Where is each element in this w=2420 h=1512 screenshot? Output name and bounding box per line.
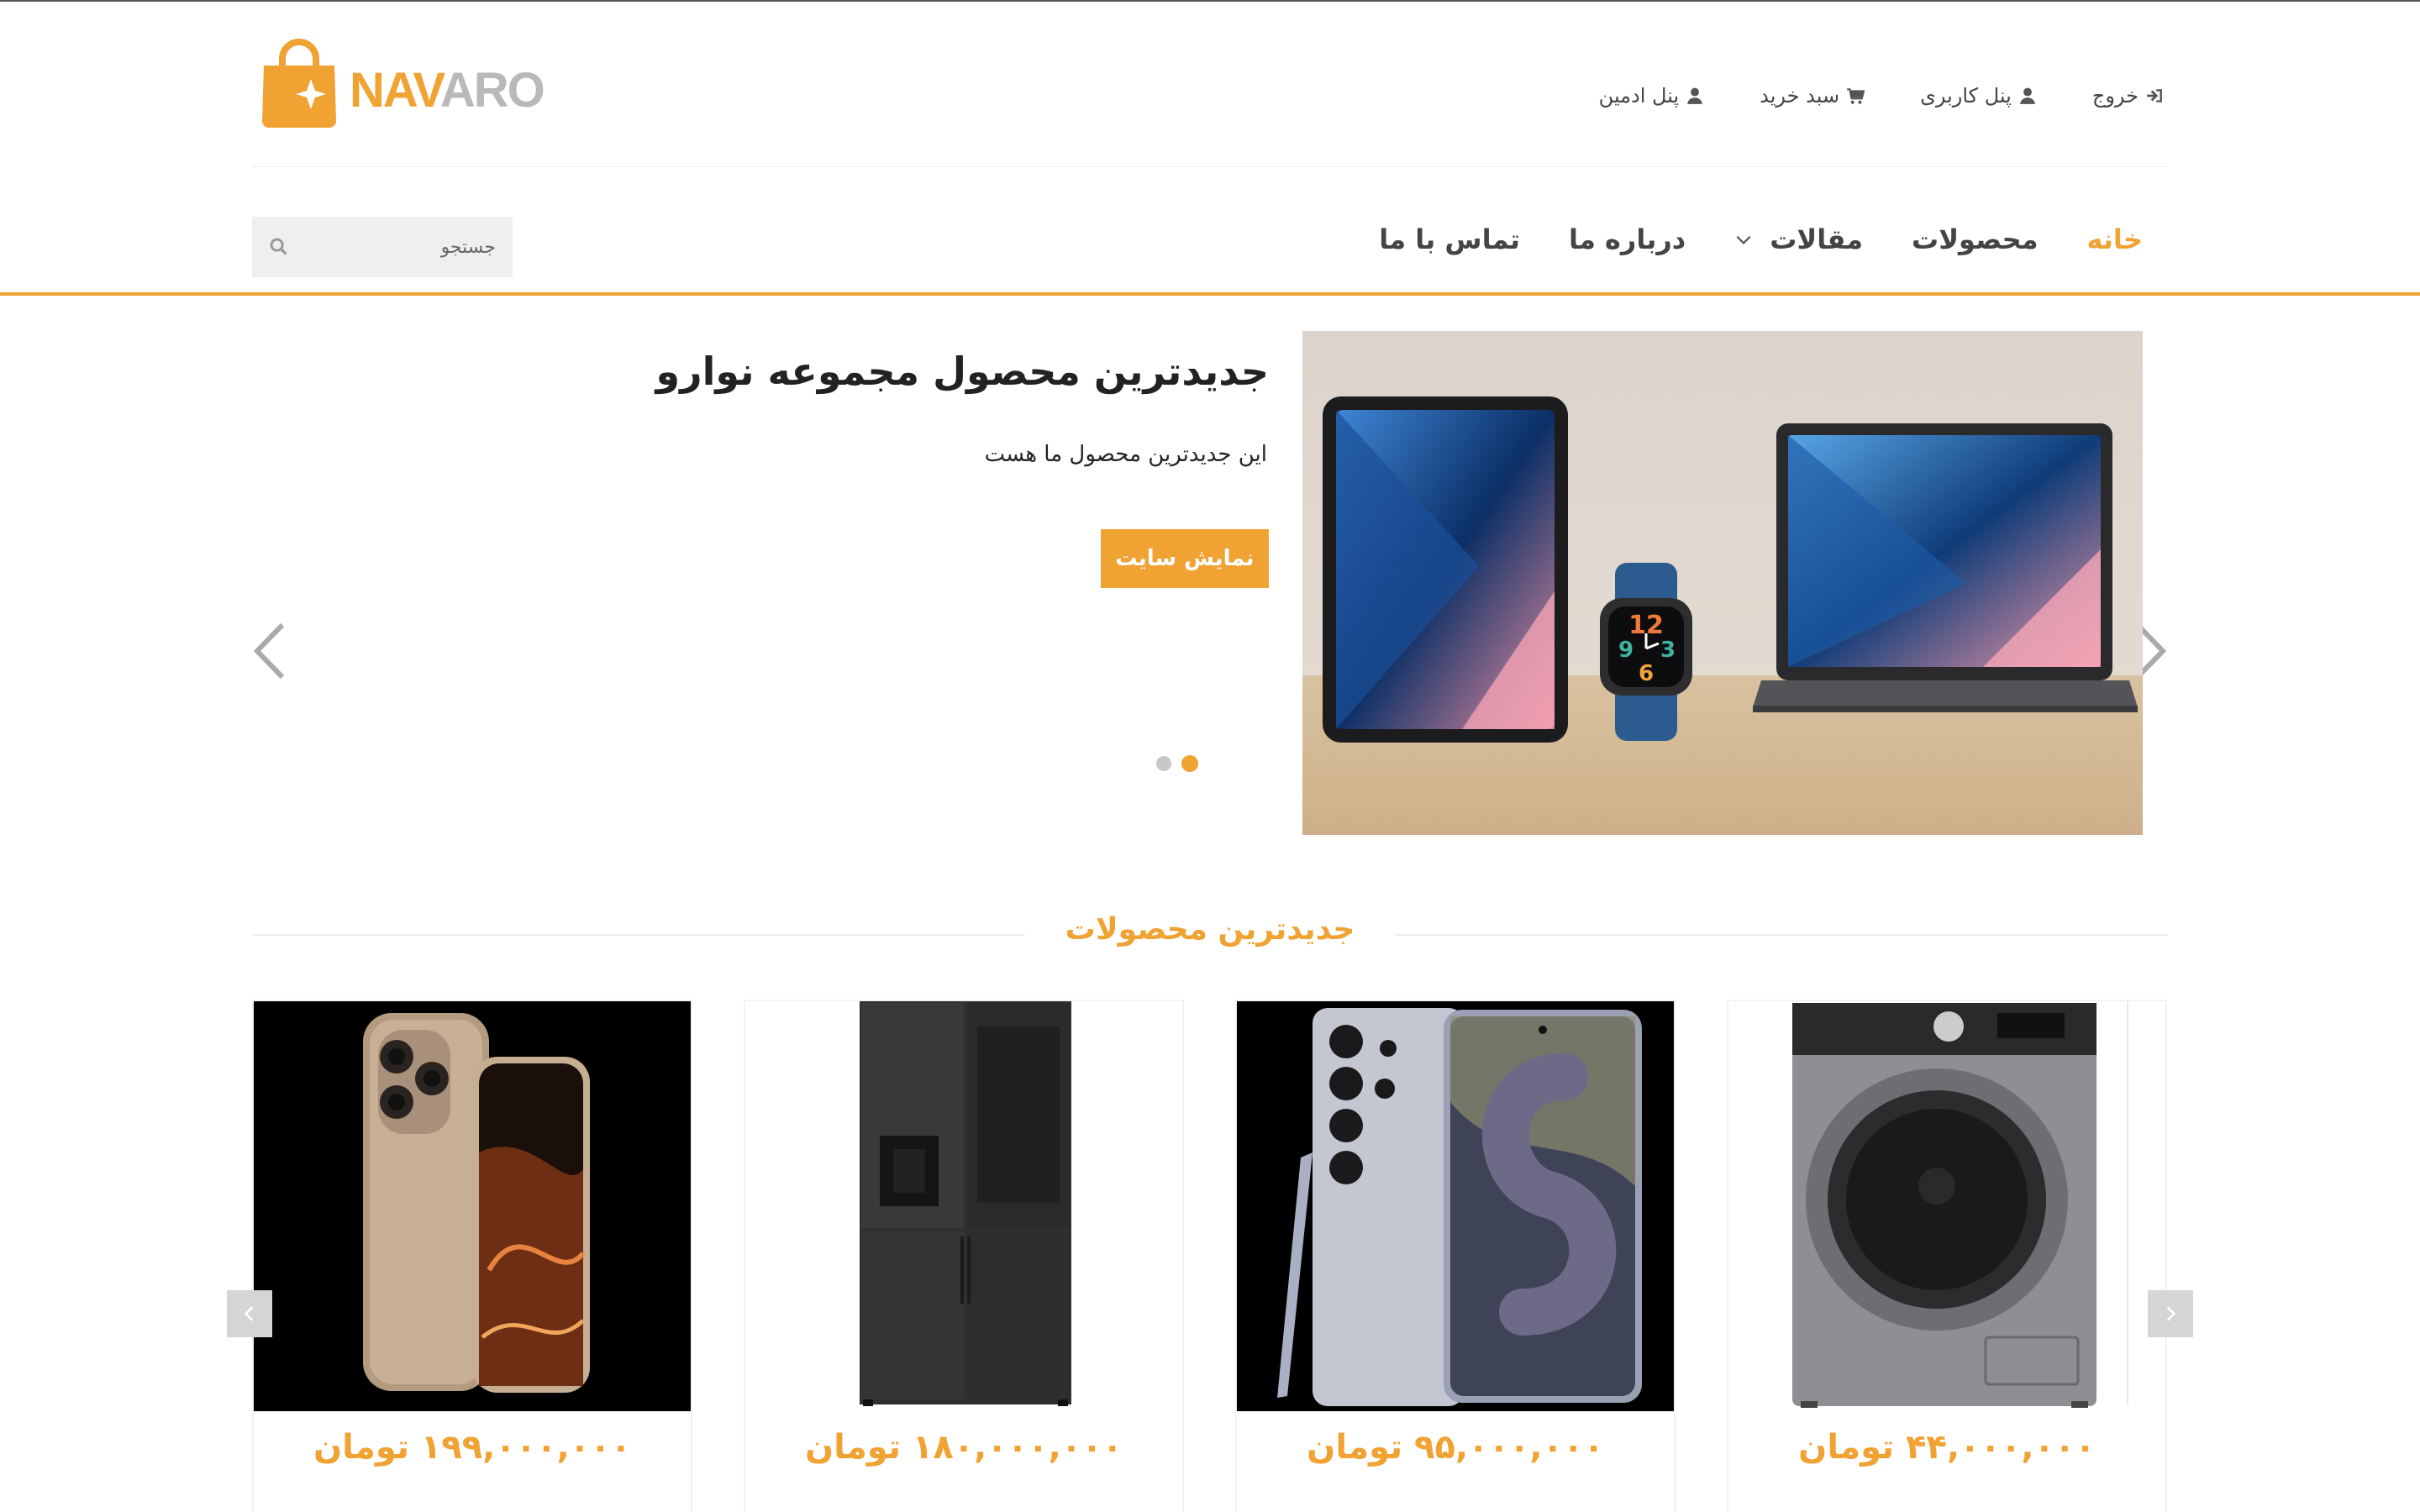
- user-icon: [1687, 87, 1702, 104]
- divider-line: [1395, 934, 2168, 936]
- nav-item-contact[interactable]: تماس با ما: [1379, 223, 1520, 255]
- search-icon[interactable]: [269, 237, 289, 257]
- search-box: [252, 217, 513, 277]
- svg-text:3: 3: [1660, 638, 1676, 663]
- top-border: [0, 0, 2420, 2]
- main-nav: خانه محصولات مقالات درباره ما تماس با ما: [1379, 223, 2143, 255]
- nav-item-articles[interactable]: مقالات: [1734, 223, 1863, 255]
- cart-link[interactable]: سبد خرید: [1760, 84, 1865, 108]
- user-icon: [2020, 87, 2035, 104]
- header-divider: [252, 166, 2168, 167]
- sign-out-icon: [2147, 89, 2162, 102]
- search-input[interactable]: [311, 236, 496, 258]
- hero-subtitle: این جدیدترین محصول ما هست: [984, 442, 1267, 467]
- divider-line: [252, 934, 1025, 936]
- hero-title: جدیدترین محصول مجموعه نوارو: [655, 349, 1269, 394]
- nav-item-products[interactable]: محصولات: [1912, 223, 2038, 255]
- product-image-refrigerator: [745, 1001, 1182, 1411]
- logout-label: خروج: [2091, 84, 2139, 108]
- svg-text:6: 6: [1639, 661, 1654, 686]
- user-panel-link[interactable]: پنل کاربری: [1920, 84, 2037, 108]
- chevron-right-icon: [2166, 1306, 2176, 1321]
- product-price: ۴۴,۰۰۰,۰۰۰ تومان: [1798, 1428, 2096, 1467]
- section-title: جدیدترین محصولات: [1065, 912, 1355, 947]
- chevron-left-icon: [244, 1306, 254, 1321]
- product-image-washing-machine: [1728, 1001, 2165, 1411]
- nav-underline: [0, 292, 2420, 296]
- nav-item-about[interactable]: درباره ما: [1569, 223, 1686, 255]
- chevron-down-icon: [1736, 235, 1751, 244]
- product-card-iphone[interactable]: ۱۹۹,۰۰۰,۰۰۰ تومان: [252, 1000, 692, 1512]
- product-card-washing-machine[interactable]: ۴۴,۰۰۰,۰۰۰ تومان: [1727, 1000, 2167, 1512]
- hero-prev-arrow[interactable]: [249, 622, 291, 680]
- admin-panel-link[interactable]: پنل ادمین: [1599, 84, 1704, 108]
- svg-text:9: 9: [1618, 638, 1634, 663]
- product-price: ۱۸۰,۰۰۰,۰۰۰ تومان: [804, 1428, 1123, 1467]
- cart-label: سبد خرید: [1760, 84, 1840, 108]
- product-price: ۱۹۹,۰۰۰,۰۰۰ تومان: [313, 1428, 632, 1467]
- cart-icon: [1847, 88, 1865, 104]
- product-image-galaxy: [1237, 1001, 1674, 1411]
- chevron-left-icon: [253, 622, 285, 680]
- hero-dot-2[interactable]: [1156, 756, 1171, 771]
- products-prev-arrow[interactable]: [227, 1290, 272, 1337]
- shopping-bag-logo-icon: [262, 39, 336, 128]
- hero-pagination: [1156, 755, 1198, 772]
- nav-item-home[interactable]: خانه: [2087, 223, 2144, 255]
- user-panel-label: پنل کاربری: [1920, 84, 2012, 108]
- site-logo[interactable]: NAVARO: [259, 39, 545, 131]
- hero-image: 12 9 3 6: [1302, 331, 2143, 835]
- hero-cta-button[interactable]: نمایش سایت: [1101, 529, 1269, 588]
- user-links: پنل ادمین سبد خرید پنل کاربری خروج: [1599, 84, 2164, 108]
- admin-panel-label: پنل ادمین: [1598, 84, 1680, 108]
- hero-dot-1[interactable]: [1181, 755, 1198, 772]
- product-image-iphone: [254, 1001, 691, 1411]
- logo-text: NAVARO: [350, 63, 545, 118]
- logout-link[interactable]: خروج: [2092, 84, 2164, 108]
- product-card-refrigerator[interactable]: ۱۸۰,۰۰۰,۰۰۰ تومان: [744, 1000, 1184, 1512]
- product-price: ۹۵,۰۰۰,۰۰۰ تومان: [1307, 1428, 1604, 1467]
- product-card-galaxy[interactable]: ۹۵,۰۰۰,۰۰۰ تومان: [1235, 1000, 1676, 1512]
- products-next-arrow[interactable]: [2148, 1290, 2193, 1337]
- latest-products-header: جدیدترین محصولات: [252, 907, 2168, 958]
- product-carousel: ۱۹۹,۰۰۰,۰۰۰ تومان ۱۸۰,۰۰۰,۰۰۰ تومان ۹۵,۰…: [252, 1000, 2168, 1512]
